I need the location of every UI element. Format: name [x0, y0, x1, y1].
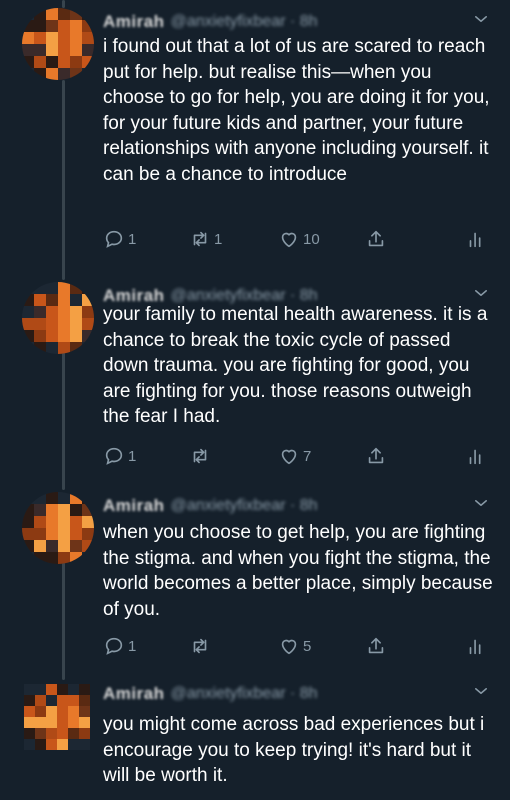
tweet-header: Amirah @anxietyfixbear · 8h: [103, 492, 490, 520]
retweet-icon: [193, 448, 207, 464]
analytics-icon: [469, 449, 481, 465]
author-handle[interactable]: @anxietyfixbear · 8h: [171, 497, 318, 515]
analytics-button[interactable]: [465, 445, 487, 467]
chevron-down-icon[interactable]: [472, 682, 490, 700]
tweet[interactable]: Amirah @anxietyfixbear · 8h your family …: [0, 282, 510, 482]
thread-line: [62, 0, 65, 8]
like-count: 10: [303, 230, 320, 248]
reply-icon: [105, 447, 123, 465]
analytics-button[interactable]: [465, 228, 487, 250]
reply-button[interactable]: 1: [103, 228, 136, 250]
like-icon: [281, 639, 297, 655]
retweet-icon: [193, 231, 207, 247]
retweet-count: 1: [214, 230, 223, 248]
chevron-down-icon[interactable]: [472, 10, 490, 28]
author-name[interactable]: Amirah: [103, 684, 165, 704]
author-name[interactable]: Amirah: [103, 496, 165, 516]
tweet-text: you might come across bad experiences bu…: [103, 714, 485, 786]
tweet-actions: 1 7: [103, 445, 494, 469]
like-button[interactable]: 7: [278, 445, 311, 467]
tweet-text: i found out that a lot of us are scared …: [103, 36, 490, 185]
like-icon: [281, 232, 297, 248]
reply-icon: [105, 637, 123, 655]
reply-count: 1: [128, 447, 137, 465]
author-handle[interactable]: @anxietyfixbear · 8h: [171, 13, 318, 31]
chevron-down-icon[interactable]: [472, 494, 490, 512]
share-button[interactable]: [365, 445, 387, 467]
like-button[interactable]: 5: [278, 635, 311, 657]
avatar[interactable]: [24, 684, 90, 750]
tweet-actions: 1 1 10: [103, 228, 494, 252]
retweet-icon: [193, 638, 207, 654]
like-count: 7: [303, 447, 312, 465]
analytics-button[interactable]: [465, 635, 487, 657]
retweet-button[interactable]: [189, 445, 214, 467]
reply-icon: [105, 230, 123, 248]
share-button[interactable]: [365, 228, 387, 250]
reply-button[interactable]: 1: [103, 445, 136, 467]
avatar[interactable]: [22, 282, 94, 354]
like-button[interactable]: 10: [278, 228, 320, 250]
author-handle[interactable]: @anxietyfixbear · 8h: [171, 685, 318, 703]
tweet-text: your family to mental health awareness. …: [103, 304, 488, 427]
share-icon: [368, 637, 384, 654]
avatar[interactable]: [22, 492, 94, 564]
analytics-icon: [469, 639, 481, 655]
reply-count: 1: [128, 230, 137, 248]
tweet-header: Amirah @anxietyfixbear · 8h: [103, 680, 490, 708]
like-icon: [281, 449, 297, 465]
tweet[interactable]: Amirah @anxietyfixbear · 8h you might co…: [0, 680, 510, 800]
retweet-button[interactable]: [189, 635, 214, 657]
like-count: 5: [303, 637, 312, 655]
author-name[interactable]: Amirah: [103, 12, 165, 32]
share-icon: [368, 230, 384, 247]
reply-button[interactable]: 1: [103, 635, 136, 657]
chevron-down-icon[interactable]: [472, 284, 490, 302]
avatar[interactable]: [22, 8, 94, 80]
retweet-button[interactable]: 1: [189, 228, 222, 250]
tweet[interactable]: Amirah @anxietyfixbear · 8h when you cho…: [0, 492, 510, 672]
tweet-header: Amirah @anxietyfixbear · 8h: [103, 8, 490, 36]
tweet-actions: 1 5: [103, 635, 494, 659]
share-button[interactable]: [365, 635, 387, 657]
reply-count: 1: [128, 637, 137, 655]
share-icon: [368, 447, 384, 464]
analytics-icon: [469, 232, 481, 248]
tweet[interactable]: Amirah @anxietyfixbear · 8h i found out …: [0, 8, 510, 268]
tweet-text: when you choose to get help, you are fig…: [103, 522, 493, 620]
